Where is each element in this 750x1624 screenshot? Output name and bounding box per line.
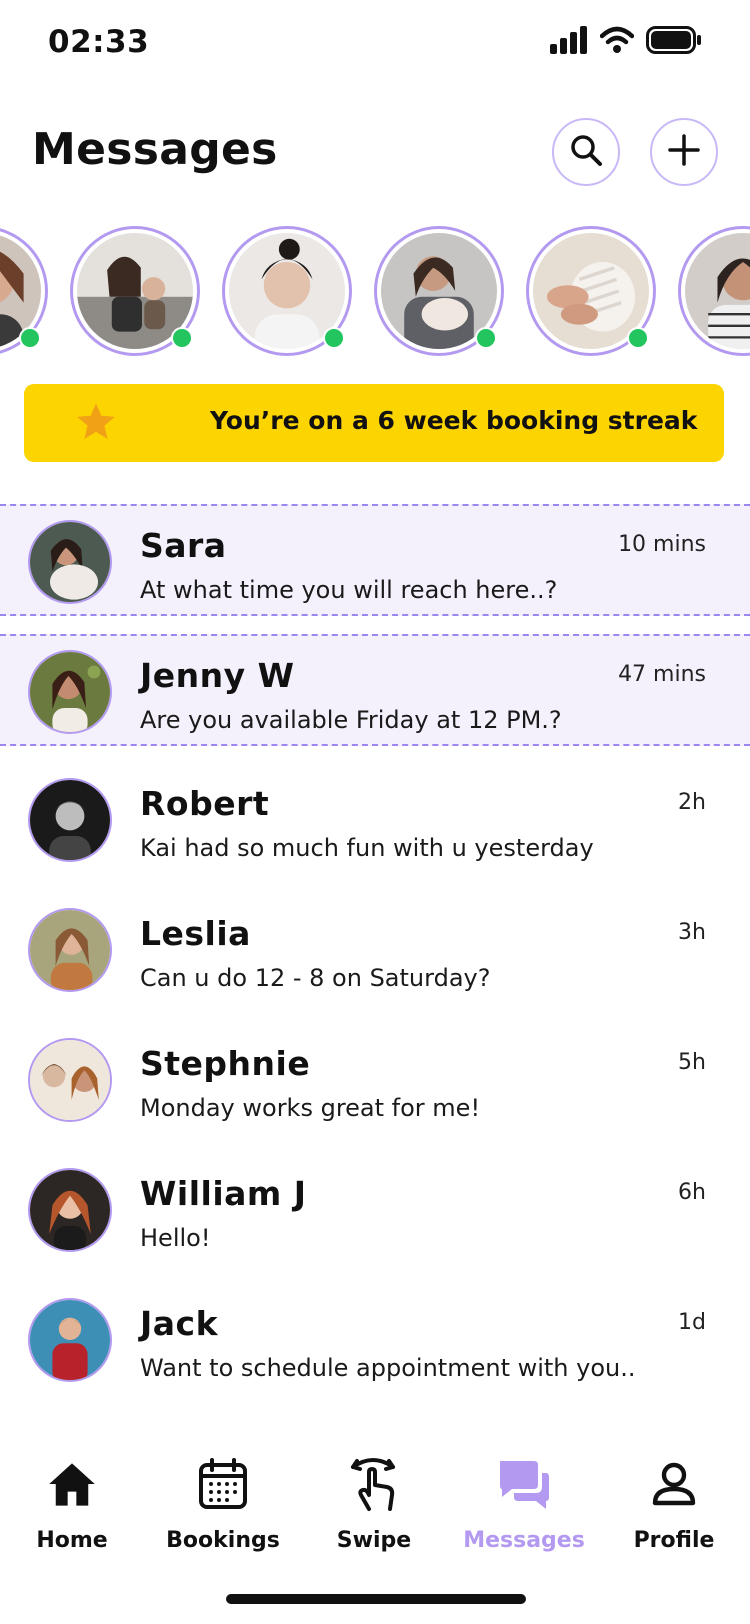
chat-bubbles-icon bbox=[494, 1454, 554, 1514]
contact-name: Leslia bbox=[140, 914, 251, 953]
message-time: 10 mins bbox=[618, 532, 706, 557]
avatar bbox=[28, 778, 112, 862]
nav-home-label: Home bbox=[36, 1528, 108, 1553]
online-indicator bbox=[627, 327, 649, 349]
story-avatar[interactable] bbox=[526, 226, 656, 356]
online-indicator bbox=[19, 327, 41, 349]
profile-icon bbox=[644, 1454, 704, 1514]
message-time: 6h bbox=[678, 1180, 706, 1205]
conversation-row[interactable]: William J Hello! 6h bbox=[0, 1154, 750, 1266]
wifi-icon bbox=[599, 26, 635, 58]
online-indicator bbox=[171, 327, 193, 349]
signal-icon bbox=[550, 26, 588, 58]
nav-swipe-label: Swipe bbox=[336, 1528, 412, 1553]
message-preview: At what time you will reach here..? bbox=[140, 576, 558, 604]
contact-name: Jack bbox=[140, 1304, 219, 1343]
conversation-row[interactable]: Robert Kai had so much fun with u yester… bbox=[0, 764, 750, 876]
nav-messages-label: Messages bbox=[463, 1528, 585, 1553]
message-preview: Want to schedule appointment with you.. bbox=[140, 1354, 636, 1382]
battery-icon bbox=[646, 26, 702, 58]
conversation-row[interactable]: Sara At what time you will reach here..?… bbox=[0, 504, 750, 616]
avatar bbox=[28, 908, 112, 992]
message-preview: Monday works great for me! bbox=[140, 1094, 481, 1122]
message-time: 2h bbox=[678, 790, 706, 815]
avatar bbox=[28, 1168, 112, 1252]
booking-streak-banner[interactable]: You’re on a 6 week booking streak bbox=[24, 384, 724, 462]
conversation-row[interactable]: Jack Want to schedule appointment with y… bbox=[0, 1284, 750, 1396]
online-indicator bbox=[323, 327, 345, 349]
home-icon bbox=[42, 1454, 102, 1514]
message-preview: Can u do 12 - 8 on Saturday? bbox=[140, 964, 491, 992]
avatar bbox=[28, 650, 112, 734]
nav-profile[interactable]: Profile bbox=[604, 1440, 744, 1560]
story-avatar[interactable] bbox=[374, 226, 504, 356]
story-avatar[interactable] bbox=[0, 226, 48, 356]
contact-name: Robert bbox=[140, 784, 270, 823]
search-icon bbox=[568, 132, 604, 172]
message-preview: Hello! bbox=[140, 1224, 211, 1252]
contact-name: Stephnie bbox=[140, 1044, 311, 1083]
nav-bookings[interactable]: Bookings bbox=[153, 1440, 293, 1560]
calendar-icon bbox=[193, 1454, 253, 1514]
avatar bbox=[28, 1038, 112, 1122]
home-indicator bbox=[226, 1594, 526, 1604]
contact-name: Sara bbox=[140, 526, 227, 565]
header: Messages bbox=[0, 110, 750, 196]
stories-row bbox=[0, 224, 750, 358]
swipe-hand-icon bbox=[344, 1454, 404, 1514]
conversation-row[interactable]: Jenny W Are you available Friday at 12 P… bbox=[0, 634, 750, 746]
conversation-row[interactable]: Leslia Can u do 12 - 8 on Saturday? 3h bbox=[0, 894, 750, 1006]
online-indicator bbox=[475, 327, 497, 349]
message-time: 47 mins bbox=[618, 662, 706, 687]
bottom-navigation: Home Bookings Swipe Messages Profile bbox=[0, 1440, 750, 1570]
new-message-button[interactable] bbox=[650, 118, 718, 186]
nav-swipe[interactable]: Swipe bbox=[304, 1440, 444, 1560]
message-time: 1d bbox=[678, 1310, 706, 1335]
story-avatar[interactable] bbox=[70, 226, 200, 356]
status-bar: 02:33 bbox=[0, 0, 750, 88]
conversation-list: Sara At what time you will reach here..?… bbox=[0, 504, 750, 1414]
contact-name: Jenny W bbox=[140, 656, 295, 695]
conversation-row[interactable]: Stephnie Monday works great for me! 5h bbox=[0, 1024, 750, 1136]
search-button[interactable] bbox=[552, 118, 620, 186]
message-preview: Kai had so much fun with u yesterday bbox=[140, 834, 594, 862]
contact-name: William J bbox=[140, 1174, 307, 1213]
status-time: 02:33 bbox=[48, 24, 150, 60]
nav-home[interactable]: Home bbox=[2, 1440, 142, 1560]
story-avatar[interactable] bbox=[678, 226, 750, 356]
nav-messages[interactable]: Messages bbox=[454, 1440, 594, 1560]
nav-profile-label: Profile bbox=[633, 1528, 715, 1553]
page-title: Messages bbox=[32, 124, 278, 175]
streak-text: You’re on a 6 week booking streak bbox=[210, 406, 698, 435]
plus-icon bbox=[668, 134, 700, 170]
avatar bbox=[28, 520, 112, 604]
avatar bbox=[685, 233, 750, 349]
story-avatar[interactable] bbox=[222, 226, 352, 356]
star-icon bbox=[74, 400, 118, 444]
status-icons bbox=[550, 26, 702, 58]
message-time: 3h bbox=[678, 920, 706, 945]
avatar bbox=[28, 1298, 112, 1382]
nav-bookings-label: Bookings bbox=[166, 1528, 280, 1553]
message-preview: Are you available Friday at 12 PM.? bbox=[140, 706, 562, 734]
message-time: 5h bbox=[678, 1050, 706, 1075]
